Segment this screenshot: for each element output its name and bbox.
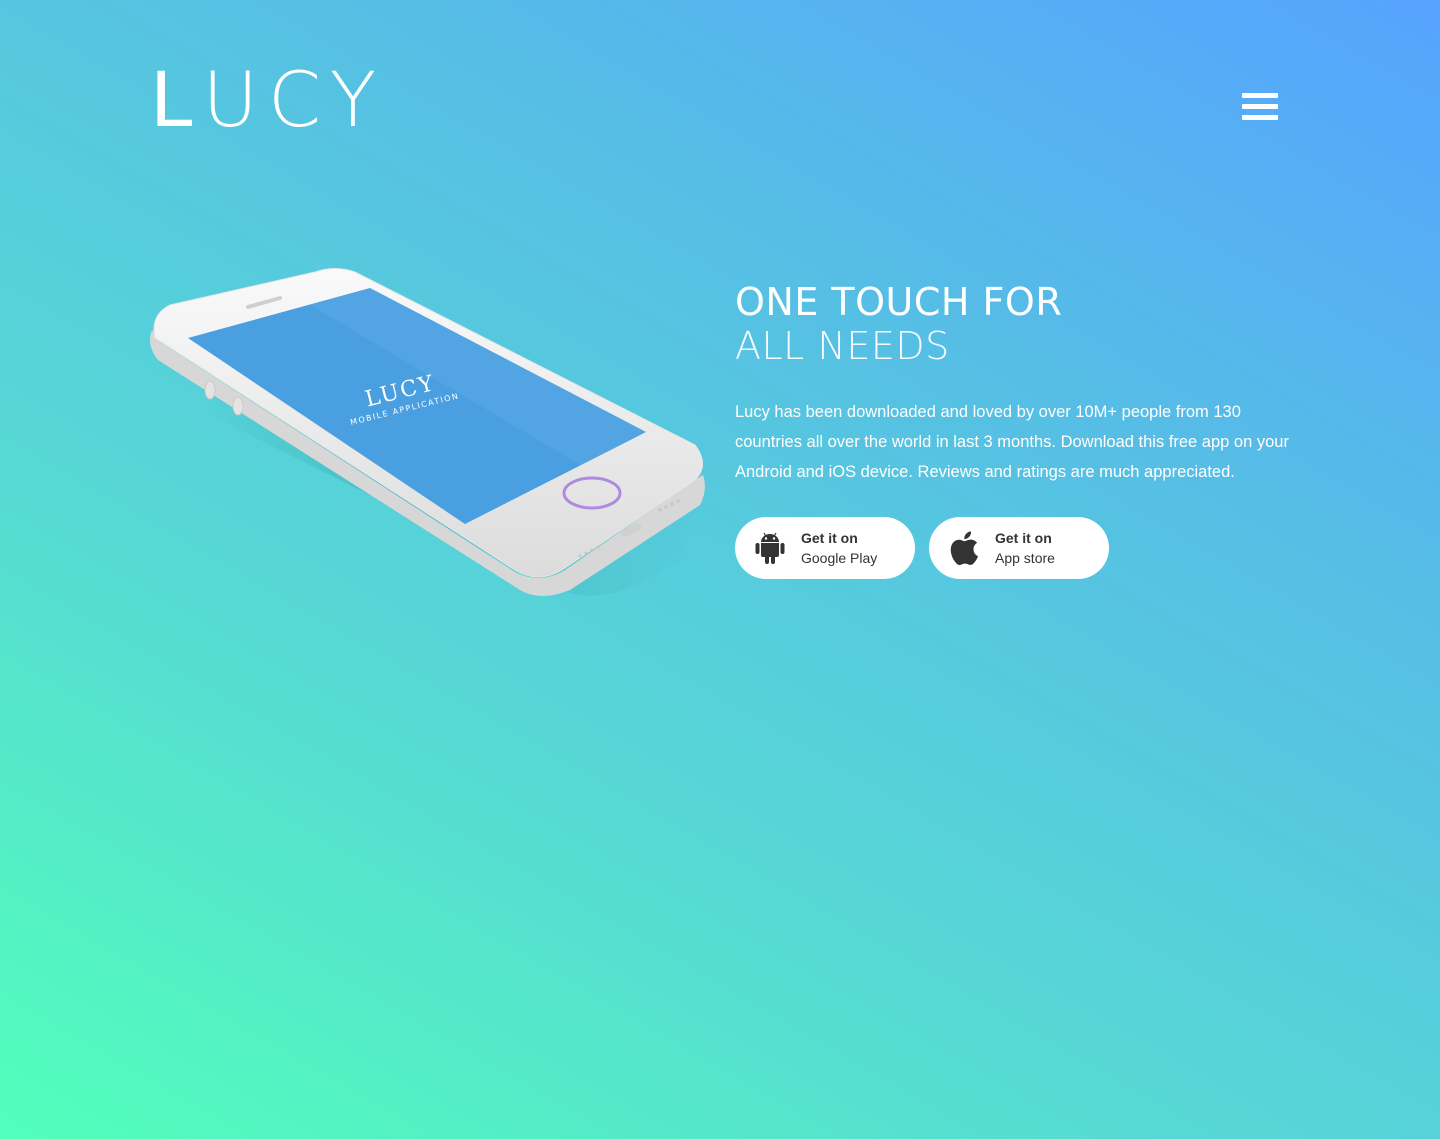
hero-description: Lucy has been downloaded and loved by ov… [735,403,1289,481]
menu-bar [1242,93,1278,98]
hero-headline: ONE TOUCH FOR ALL NEEDS [735,280,1062,368]
headline-line-1: ONE TOUCH FOR [735,280,1063,324]
android-icon [753,530,787,566]
menu-bar [1242,115,1278,120]
apple-icon [947,530,981,566]
google-play-line1: Get it on [801,530,858,546]
headline-line-2: ALL NEEDS [735,324,950,368]
app-store-line1: Get it on [995,530,1052,546]
app-store-button[interactable]: Get it on App store [929,517,1109,579]
menu-bar [1242,104,1278,109]
google-play-button[interactable]: Get it on Google Play [735,517,915,579]
logo-rest: UCY [202,55,387,144]
app-store-line2: App store [995,550,1055,566]
logo-initial: L [150,55,203,144]
hamburger-menu-icon[interactable] [1242,93,1278,125]
phone-mockup: LUCY MOBILE APPLICATION [140,260,720,620]
brand-logo[interactable]: LUCY [150,62,386,138]
google-play-line2: Google Play [801,550,878,566]
phone-illustration: LUCY MOBILE APPLICATION [150,268,705,596]
